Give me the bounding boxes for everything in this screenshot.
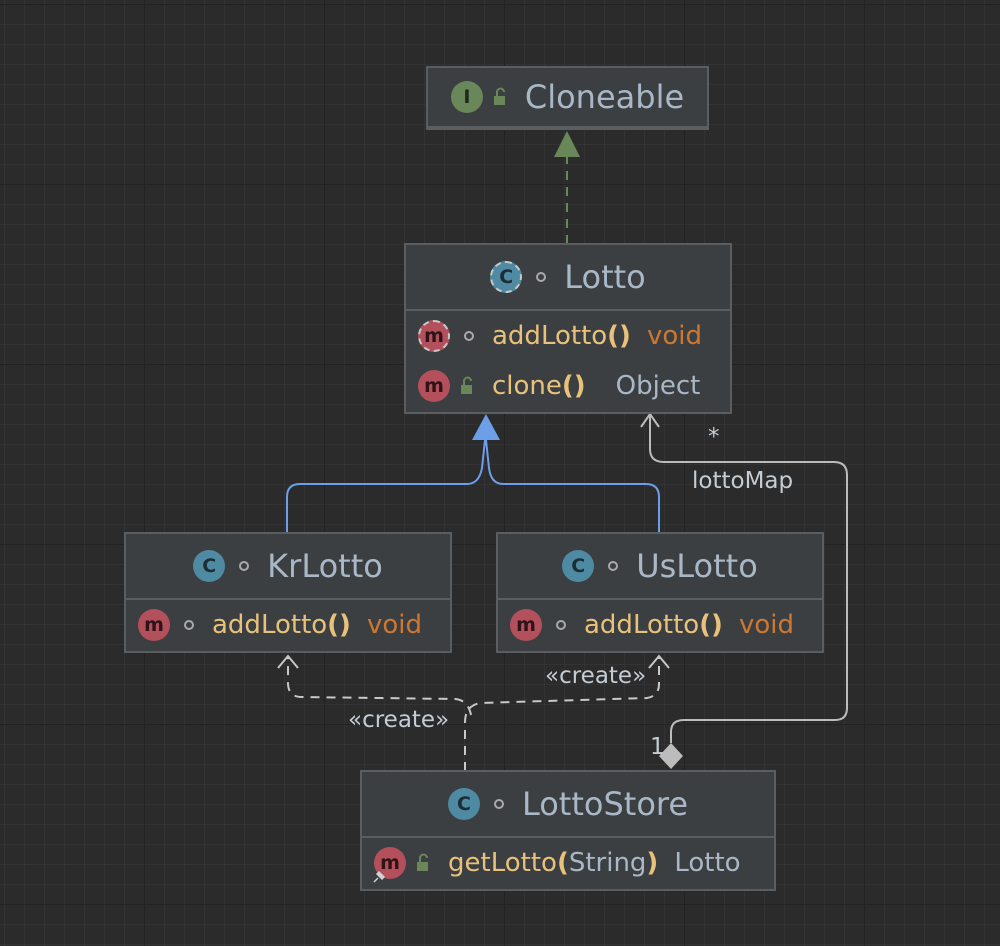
node-title: Cloneable: [524, 78, 685, 116]
package-visibility-icon: [536, 272, 547, 282]
method-row: m addLotto() void: [406, 311, 730, 361]
class-node-lotto[interactable]: C Lotto m addLotto() void m clone() Obje…: [404, 243, 732, 414]
method-name: addLotto(): [584, 610, 723, 640]
multiplicity-one-label: 1: [650, 734, 665, 760]
public-visibility-icon: [417, 853, 428, 871]
return-type: void: [366, 610, 422, 640]
create-label-krlotto: «create»: [348, 707, 450, 733]
method-icon: m: [510, 609, 542, 641]
create-label-uslotto: «create»: [545, 663, 647, 689]
node-header: I Cloneable: [428, 68, 707, 128]
abstract-class-icon: C: [490, 261, 523, 293]
method-name: addLotto(): [212, 610, 351, 640]
package-visibility-icon: [184, 620, 194, 630]
class-icon: C: [193, 550, 226, 582]
class-node-uslotto[interactable]: C UsLotto m addLotto() void: [496, 532, 824, 653]
role-label-lottomap: lottoMap: [692, 468, 794, 494]
node-header: C UsLotto: [498, 534, 822, 600]
method-icon: m: [138, 609, 170, 641]
pin-icon: [373, 870, 386, 883]
method-name: getLotto(String): [448, 848, 659, 878]
method-row: m clone() Object: [406, 361, 730, 411]
public-visibility-icon: [493, 87, 505, 105]
node-title: UsLotto: [636, 547, 758, 585]
node-title: LottoStore: [521, 785, 689, 823]
package-visibility-icon: [493, 799, 504, 809]
node-header: C KrLotto: [126, 534, 450, 600]
realization-edge-lotto-cloneable: [554, 131, 580, 244]
multiplicity-many-label: *: [708, 424, 720, 450]
method-name: clone(): [492, 371, 586, 401]
abstract-method-icon: m: [418, 320, 450, 352]
generalization-edges-to-lotto: [286, 414, 660, 533]
class-node-lottostore[interactable]: C LottoStore m getLotto(String) Lotto: [360, 770, 776, 891]
public-visibility-icon: [461, 376, 472, 394]
package-visibility-icon: [239, 561, 250, 571]
method-name: addLotto(): [492, 321, 631, 351]
class-icon: C: [562, 550, 595, 582]
node-title: Lotto: [564, 258, 646, 296]
method-row: m addLotto() void: [126, 600, 450, 650]
package-visibility-icon: [608, 561, 619, 571]
package-visibility-icon: [556, 620, 566, 630]
method-icon: m: [418, 370, 450, 402]
interface-icon: I: [450, 81, 483, 113]
node-title: KrLotto: [267, 547, 383, 585]
return-type: void: [646, 321, 702, 351]
return-type: Lotto: [674, 848, 741, 878]
class-node-krlotto[interactable]: C KrLotto m addLotto() void: [124, 532, 452, 653]
return-type: void: [738, 610, 794, 640]
return-type: Object: [615, 371, 701, 401]
class-icon: C: [447, 788, 480, 820]
method-row: m addLotto() void: [498, 600, 822, 650]
method-row: m getLotto(String) Lotto: [362, 838, 774, 888]
package-visibility-icon: [464, 331, 474, 341]
class-node-cloneable[interactable]: I Cloneable: [426, 66, 709, 130]
node-header: C Lotto: [406, 245, 730, 311]
node-header: C LottoStore: [362, 772, 774, 838]
